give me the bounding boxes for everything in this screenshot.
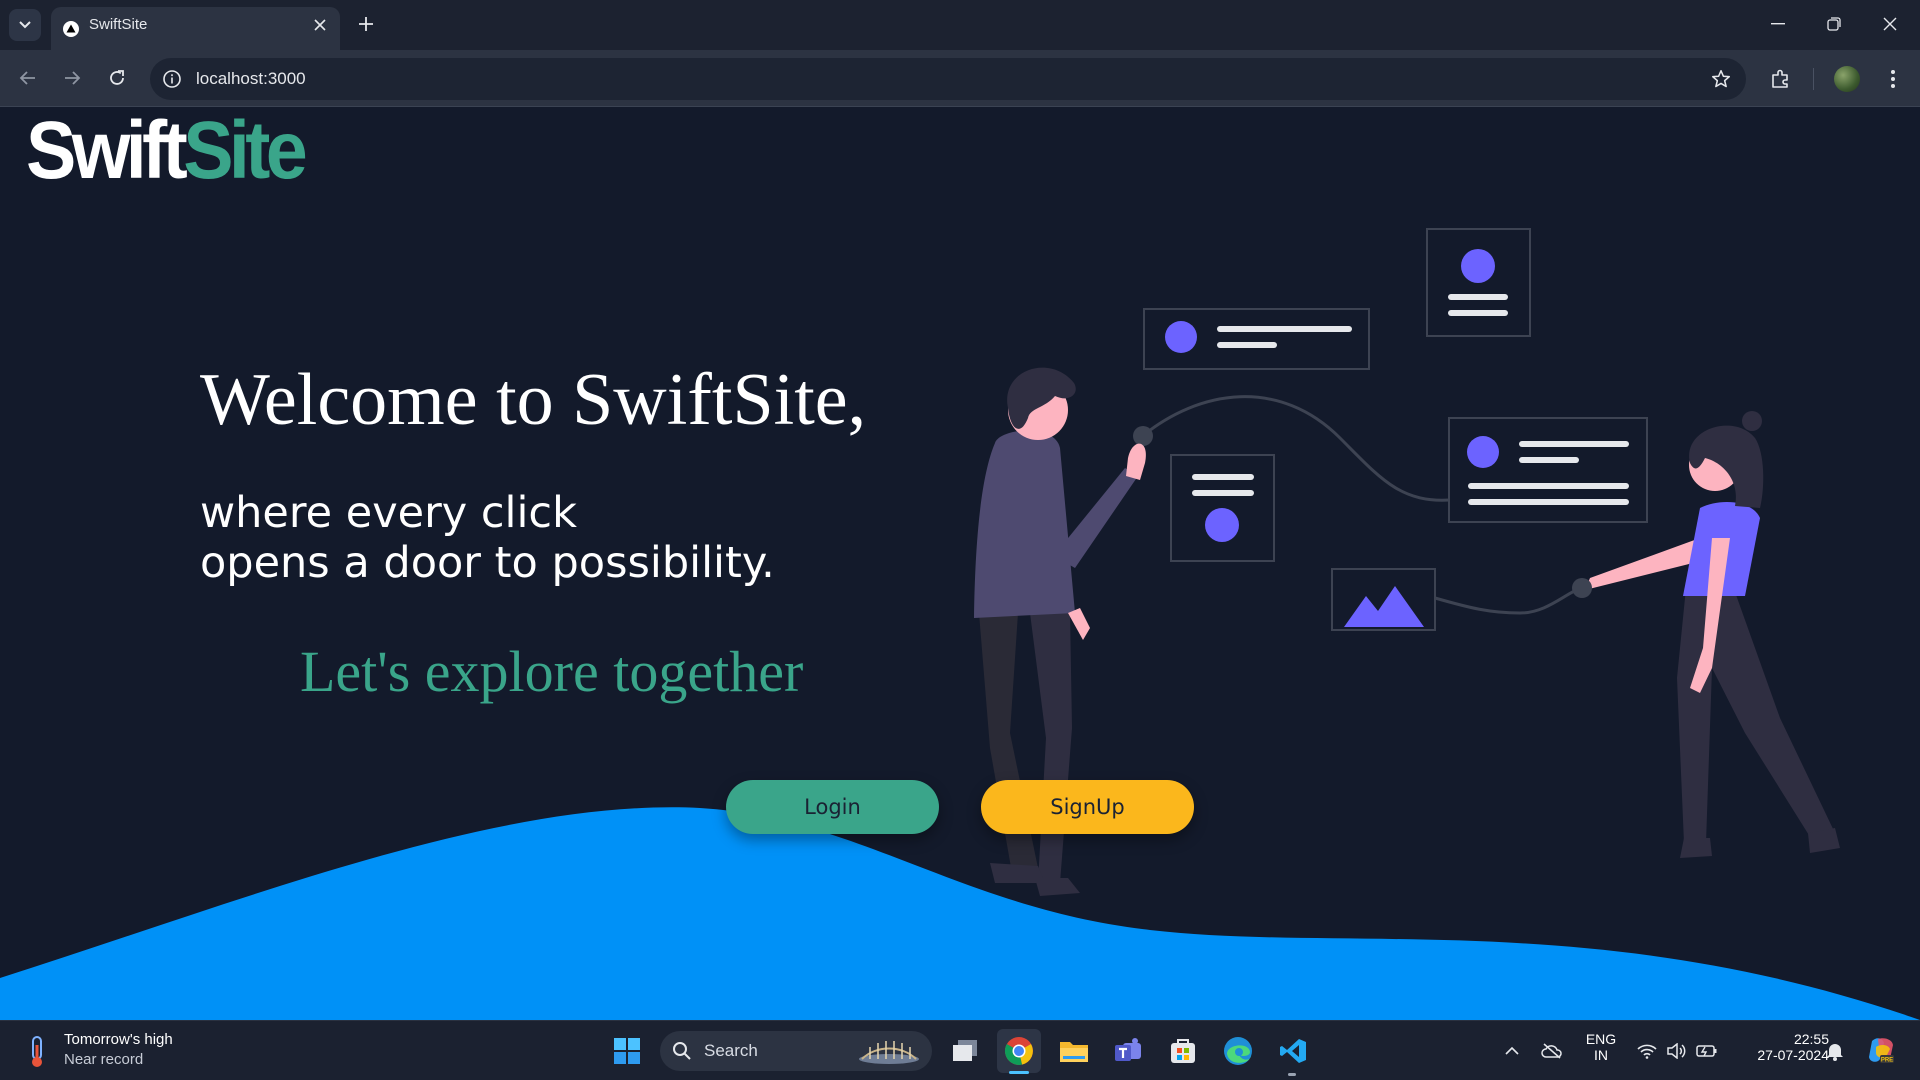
- logo-text-swift: Swift: [26, 108, 188, 196]
- weather-title[interactable]: Tomorrow's high: [64, 1031, 173, 1048]
- tab-strip: SwiftSite: [0, 0, 1920, 50]
- clock-time: 22:55: [1793, 1031, 1829, 1047]
- language-code: ENG: [1585, 1031, 1617, 1047]
- vscode-running-indicator: [1288, 1073, 1296, 1076]
- window-close-button[interactable]: [1862, 0, 1918, 48]
- reload-icon: [110, 70, 124, 85]
- taskbar-teams[interactable]: [1106, 1029, 1150, 1073]
- show-hidden-icons-button[interactable]: [1500, 1039, 1524, 1063]
- task-view-button[interactable]: [943, 1029, 987, 1073]
- forward-button[interactable]: [56, 62, 88, 94]
- close-icon: [314, 19, 326, 31]
- profile-avatar[interactable]: [1834, 66, 1860, 92]
- search-highlight-art: [859, 1041, 919, 1064]
- site-logo[interactable]: SwiftSite: [26, 110, 308, 192]
- browser-toolbar: localhost:3000: [0, 50, 1920, 107]
- chrome-icon: [1004, 1037, 1033, 1065]
- start-button[interactable]: [605, 1029, 649, 1073]
- extensions-button[interactable]: [1765, 63, 1797, 95]
- minimize-icon: [1771, 23, 1785, 25]
- restore-button[interactable]: [1806, 0, 1862, 48]
- vscode-icon: [1280, 1039, 1306, 1063]
- svg-text:PRE: PRE: [1881, 1058, 1893, 1064]
- task-view-icon: [953, 1040, 977, 1061]
- teams-icon: [1115, 1038, 1141, 1061]
- notifications-button[interactable]: [1823, 1039, 1847, 1063]
- vercel-favicon: [63, 21, 79, 37]
- tab-close-button[interactable]: [310, 15, 330, 35]
- logo-text-site: Site: [183, 108, 308, 196]
- restore-icon: [1827, 17, 1841, 31]
- thermometer-icon[interactable]: [24, 1035, 50, 1069]
- search-label: Search: [704, 1041, 758, 1060]
- wifi-status[interactable]: [1635, 1039, 1659, 1063]
- address-bar[interactable]: localhost:3000: [150, 58, 1746, 100]
- taskbar-store[interactable]: [1161, 1029, 1205, 1073]
- windows-start-icon: [614, 1038, 640, 1064]
- file-explorer-icon: [1060, 1042, 1088, 1062]
- explore-tagline: Let's explore together: [300, 639, 804, 704]
- copilot-button[interactable]: PRE: [1866, 1035, 1896, 1065]
- login-button[interactable]: Login: [726, 780, 939, 834]
- hero-headline: Welcome to SwiftSite,: [200, 359, 867, 441]
- hero-subtitle-line-2: opens a door to possibility.: [200, 538, 775, 588]
- minimize-button[interactable]: [1750, 0, 1806, 48]
- toolbar-separator: [1813, 68, 1814, 90]
- new-tab-button[interactable]: [353, 11, 379, 37]
- back-button[interactable]: [12, 62, 44, 94]
- forward-icon: [65, 71, 81, 85]
- battery-status[interactable]: [1695, 1039, 1719, 1063]
- browser-menu-button[interactable]: [1877, 63, 1909, 95]
- wifi-icon: [1637, 1044, 1657, 1059]
- taskbar-edge[interactable]: [1216, 1029, 1260, 1073]
- extensions-icon: [1772, 69, 1788, 88]
- volume-icon: [1667, 1043, 1686, 1059]
- profile-card-1: [1143, 308, 1370, 370]
- plus-icon: [359, 17, 373, 31]
- clock-date: 27-07-2024: [1757, 1047, 1829, 1063]
- image-card: [1331, 568, 1436, 631]
- store-icon: [1171, 1039, 1195, 1063]
- language-indicator[interactable]: ENG IN: [1580, 1031, 1622, 1063]
- browser-tab[interactable]: SwiftSite: [51, 7, 340, 50]
- copilot-icon: PRE: [1869, 1038, 1894, 1064]
- notification-bell-icon: [1827, 1044, 1843, 1061]
- hero-subtitle-line-1: where every click: [200, 488, 577, 538]
- signup-button[interactable]: SignUp: [981, 780, 1194, 834]
- profile-card-2: [1426, 228, 1531, 337]
- tab-search-button[interactable]: [9, 9, 41, 41]
- clock[interactable]: 22:55 27-07-2024: [1733, 1031, 1829, 1063]
- tab-title: SwiftSite: [89, 16, 148, 33]
- battery-icon: [1696, 1045, 1717, 1057]
- region-code: IN: [1594, 1047, 1608, 1063]
- profile-card-4: [1448, 417, 1648, 523]
- taskbar-chrome[interactable]: [997, 1029, 1041, 1073]
- menu-dots-icon: [1891, 70, 1895, 88]
- page-viewport: SwiftSite Welcome to SwiftSite, where ev…: [0, 108, 1920, 1020]
- window-close-icon: [1883, 17, 1897, 31]
- reload-button[interactable]: [101, 62, 133, 94]
- taskbar-file-explorer[interactable]: [1052, 1029, 1096, 1073]
- windows-taskbar: Tomorrow's high Near record Search ENG I…: [0, 1020, 1920, 1080]
- chevron-up-icon: [1505, 1046, 1519, 1055]
- taskbar-vscode[interactable]: [1271, 1029, 1315, 1073]
- volume-status[interactable]: [1664, 1039, 1688, 1063]
- taskbar-search[interactable]: Search: [660, 1031, 932, 1071]
- search-icon: [673, 1042, 691, 1060]
- url-text: localhost:3000: [196, 69, 306, 88]
- edge-icon: [1224, 1037, 1252, 1065]
- weather-subtitle[interactable]: Near record: [64, 1051, 143, 1068]
- bookmark-star-icon[interactable]: [1710, 68, 1732, 90]
- profile-card-3: [1170, 454, 1275, 562]
- onedrive-icon: [1541, 1043, 1562, 1059]
- tab-list-icon: [19, 21, 31, 29]
- hero-subtitle: where every click opens a door to possib…: [200, 488, 775, 588]
- back-icon: [19, 71, 35, 85]
- chrome-active-indicator: [1009, 1071, 1029, 1074]
- onedrive-status[interactable]: [1540, 1039, 1564, 1063]
- site-info-icon[interactable]: [162, 69, 182, 89]
